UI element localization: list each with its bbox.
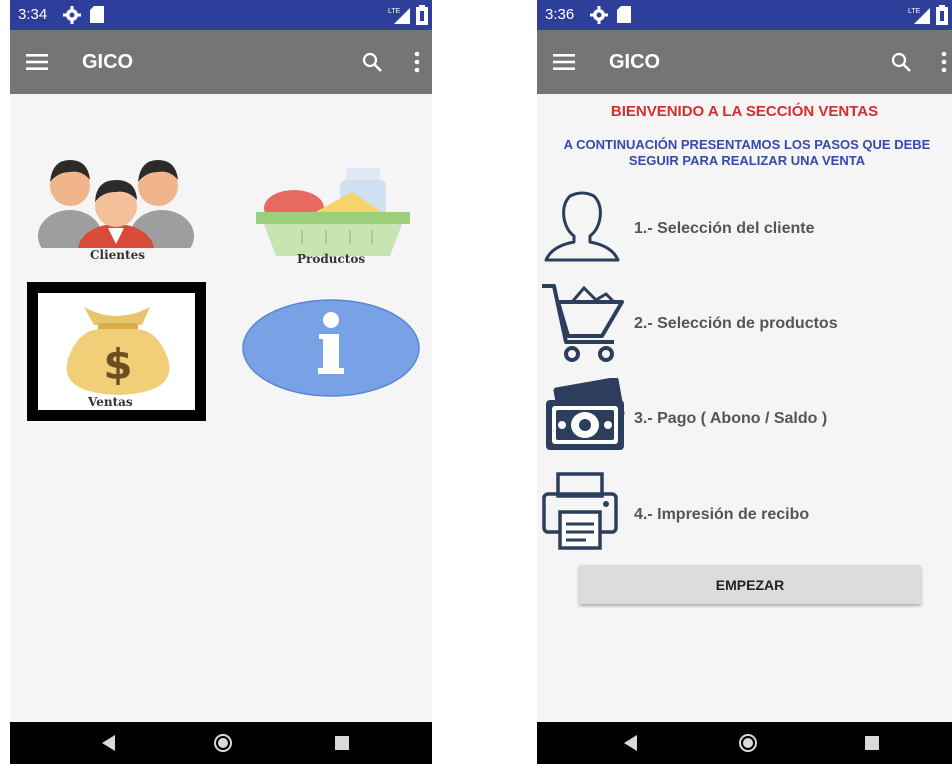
home-icon[interactable] xyxy=(738,733,758,753)
grocery-basket-icon xyxy=(256,168,410,256)
info-tile[interactable] xyxy=(242,298,420,398)
ventas-tile[interactable]: $ Ventas xyxy=(27,282,206,421)
phone-screen-ventas: 3:36 LTE GICO BIENVENIDO A LA SECCIÓN VE… xyxy=(537,0,952,764)
intro-line-2: SEGUIR PARA REALIZAR UNA VENTA xyxy=(628,153,866,168)
back-icon[interactable] xyxy=(99,733,119,753)
search-icon[interactable] xyxy=(890,51,912,73)
status-bar: 3:34 LTE xyxy=(10,0,432,30)
app-toolbar: GICO xyxy=(537,30,952,94)
customers-group-icon xyxy=(38,160,194,276)
clientes-tile[interactable]: Clientes xyxy=(38,148,194,276)
svg-text:LTE: LTE xyxy=(388,8,401,15)
battery-icon xyxy=(936,5,948,25)
productos-label: Productos xyxy=(297,252,366,266)
hamburger-menu-icon[interactable] xyxy=(553,53,575,71)
step-2-text: 2.- Selección de productos xyxy=(634,315,838,332)
app-toolbar: GICO xyxy=(10,30,432,94)
printer-icon xyxy=(542,472,618,550)
recents-icon[interactable] xyxy=(862,733,882,753)
step-1-text: 1.- Selección del cliente xyxy=(634,220,815,237)
hamburger-menu-icon[interactable] xyxy=(26,53,48,71)
overflow-menu-icon[interactable] xyxy=(941,51,947,73)
step-4-text: 4.- Impresión de recibo xyxy=(634,506,810,523)
home-icon[interactable] xyxy=(213,733,233,753)
status-time: 3:36 xyxy=(545,6,575,23)
lte-signal-icon: LTE xyxy=(908,8,930,24)
system-nav-bar xyxy=(537,722,952,764)
start-button[interactable]: EMPEZAR xyxy=(579,565,921,604)
intro-text: A CONTINUACIÓN PRESENTAMOS LOS PASOS QUE… xyxy=(542,137,952,169)
intro-line-1: A CONTINUACIÓN PRESENTAMOS LOS PASOS QUE… xyxy=(563,137,931,152)
battery-icon xyxy=(416,5,428,25)
recents-icon[interactable] xyxy=(332,733,352,753)
overflow-menu-icon[interactable] xyxy=(414,51,420,73)
money-icon xyxy=(546,378,625,450)
info-icon xyxy=(242,299,420,397)
sd-card-icon xyxy=(617,6,631,23)
user-outline-icon xyxy=(544,191,620,262)
system-nav-bar xyxy=(10,722,432,764)
app-title: GICO xyxy=(609,51,661,73)
lte-signal-icon: LTE xyxy=(388,8,410,24)
shopping-cart-icon xyxy=(542,284,624,362)
status-time: 3:34 xyxy=(18,6,48,23)
phone-screen-home: 3:34 LTE GICO Clientes Productos $ Venta… xyxy=(10,0,432,764)
svg-text:$: $ xyxy=(103,340,132,389)
step-3-text: 3.- Pago ( Abono / Saldo ) xyxy=(634,410,828,427)
settings-gear-icon xyxy=(63,6,81,24)
clientes-label: Clientes xyxy=(90,248,145,262)
settings-gear-icon xyxy=(590,6,608,24)
status-bar: 3:36 LTE xyxy=(537,0,952,30)
back-icon[interactable] xyxy=(621,733,641,753)
app-title: GICO xyxy=(82,51,134,73)
ventas-label: Ventas xyxy=(88,395,133,409)
sd-card-icon xyxy=(90,6,104,23)
search-icon[interactable] xyxy=(361,51,383,73)
welcome-heading: BIENVENIDO A LA SECCIÓN VENTAS xyxy=(610,103,879,120)
productos-tile[interactable]: Productos xyxy=(252,168,412,270)
money-bag-icon: $ xyxy=(66,307,170,395)
svg-text:LTE: LTE xyxy=(908,8,921,15)
